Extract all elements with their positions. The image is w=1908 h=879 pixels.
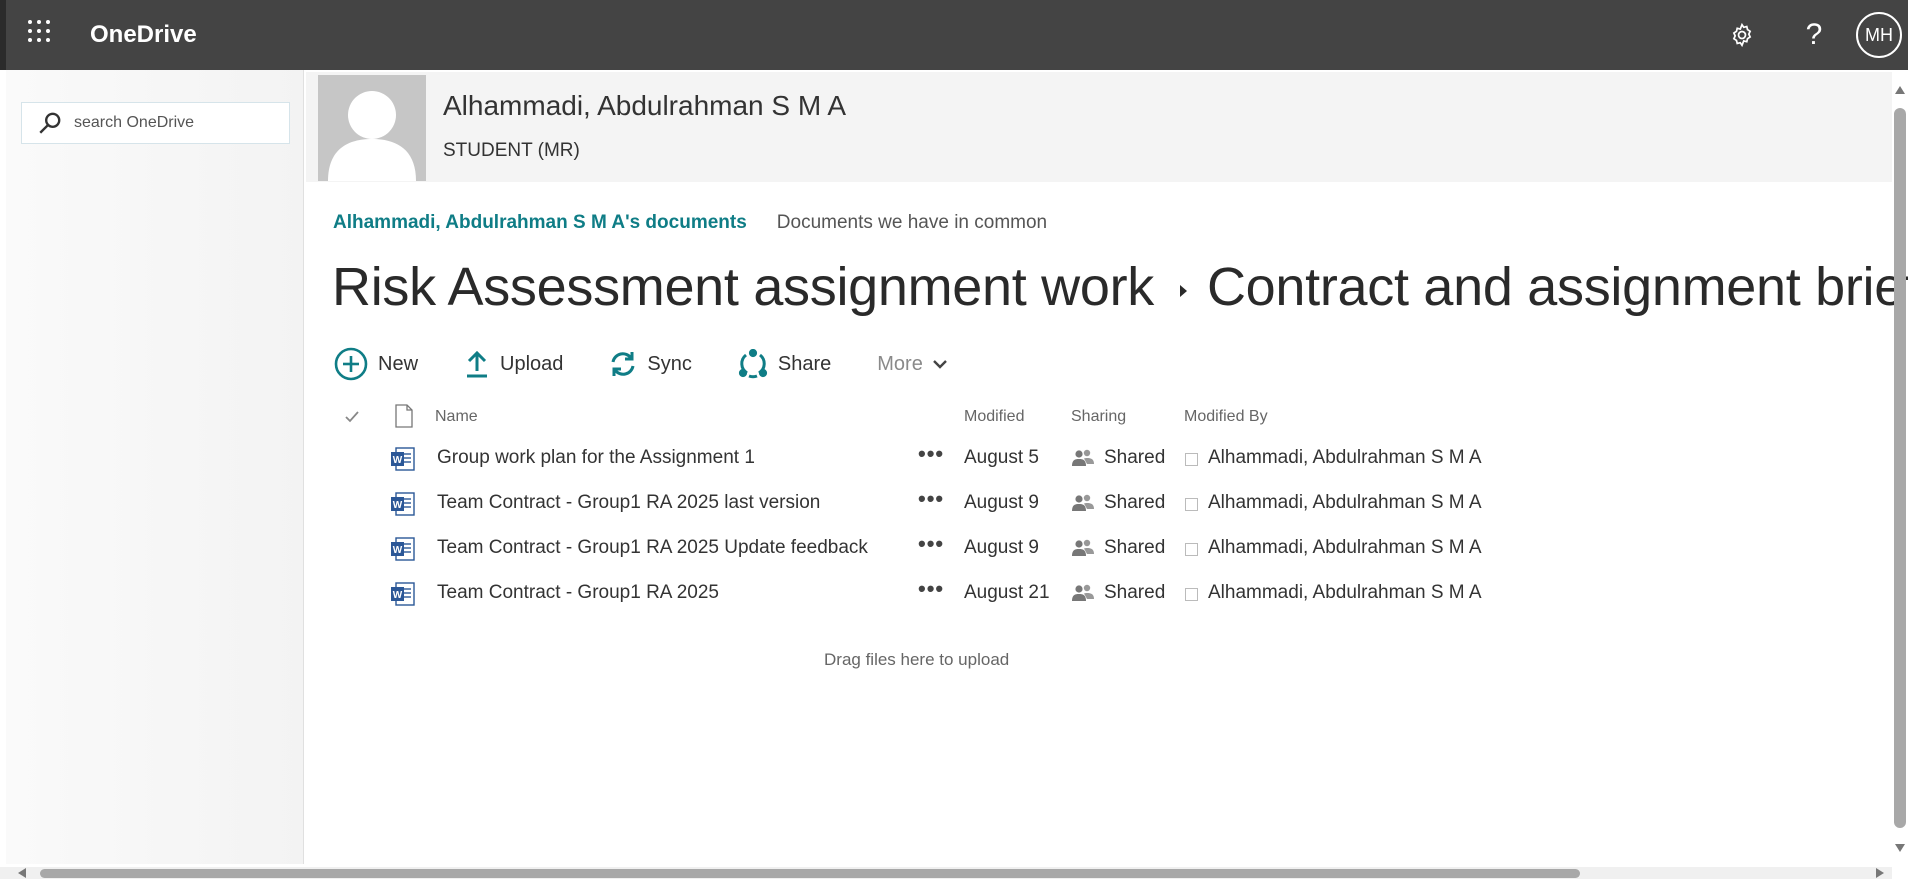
- modified-date: August 9: [964, 537, 1039, 558]
- modified-by-name[interactable]: Alhammadi, Abdulrahman S M A: [1208, 492, 1482, 514]
- shared-people-icon: [1072, 449, 1094, 466]
- shared-people-icon: [1072, 539, 1094, 556]
- profile-header: Alhammadi, Abdulrahman S M A STUDENT (MR…: [306, 72, 1892, 182]
- upload-label: Upload: [500, 352, 564, 375]
- svg-text:W: W: [393, 500, 403, 511]
- document-tabs: Alhammadi, Abdulrahman S M A's documents…: [333, 212, 1047, 234]
- presence-indicator: [1185, 498, 1198, 511]
- gear-icon: [1732, 22, 1752, 48]
- tab-my-documents[interactable]: Alhammadi, Abdulrahman S M A's documents: [333, 212, 747, 234]
- scroll-left-arrow-icon[interactable]: [18, 868, 26, 878]
- more-actions-ellipsis-icon[interactable]: •••: [918, 531, 944, 557]
- app-title[interactable]: OneDrive: [90, 20, 197, 50]
- shared-people-icon: [1072, 584, 1094, 601]
- presence-indicator: [1185, 588, 1198, 601]
- horizontal-scroll-thumb[interactable]: [40, 869, 1580, 878]
- tab-documents-in-common[interactable]: Documents we have in common: [777, 212, 1047, 234]
- sync-icon: [611, 352, 635, 376]
- scroll-down-arrow-icon[interactable]: [1895, 844, 1905, 852]
- help-button[interactable]: ?: [1778, 0, 1850, 70]
- scroll-right-arrow-icon[interactable]: [1876, 868, 1884, 878]
- presence-indicator: [1185, 543, 1198, 556]
- waffle-icon[interactable]: [28, 20, 54, 46]
- vertical-scroll-thumb[interactable]: [1894, 108, 1906, 828]
- modified-date: August 9: [964, 492, 1039, 513]
- more-label: More: [877, 352, 923, 375]
- more-actions-ellipsis-icon[interactable]: •••: [918, 576, 944, 602]
- profile-name: Alhammadi, Abdulrahman S M A: [443, 90, 847, 121]
- sharing-status[interactable]: Shared: [1104, 492, 1165, 514]
- plus-circle-icon: [334, 347, 368, 381]
- file-name-link[interactable]: Team Contract - Group1 RA 2025: [437, 582, 719, 604]
- breadcrumb-parent[interactable]: Risk Assessment assignment work: [332, 256, 1154, 318]
- svg-text:W: W: [393, 455, 403, 466]
- vertical-scrollbar[interactable]: [1892, 82, 1908, 852]
- shared-people-icon: [1072, 494, 1094, 511]
- breadcrumb: Risk Assessment assignment work Contract…: [332, 256, 1908, 318]
- sync-label: Sync: [647, 352, 692, 375]
- new-button[interactable]: New: [334, 347, 418, 381]
- upload-button[interactable]: Upload: [464, 349, 563, 379]
- svg-text:W: W: [393, 545, 403, 556]
- share-icon: [738, 349, 767, 379]
- help-icon: ?: [1805, 18, 1823, 51]
- search-icon[interactable]: [32, 103, 68, 143]
- modified-by-name[interactable]: Alhammadi, Abdulrahman S M A: [1208, 447, 1482, 469]
- table-row[interactable]: W Team Contract - Group1 RA 2025 Update f…: [334, 527, 1534, 572]
- settings-button[interactable]: [1706, 0, 1778, 70]
- table-row[interactable]: W Group work plan for the Assignment 1 •••…: [334, 437, 1534, 482]
- chevron-down-icon: [932, 360, 947, 369]
- suite-actions: ? MH: [1706, 0, 1908, 70]
- modified-date: August 21: [964, 582, 1050, 603]
- upload-icon: [467, 350, 488, 378]
- search-input[interactable]: [74, 114, 274, 132]
- breadcrumb-current: Contract and assignment brief: [1206, 257, 1908, 317]
- sharing-status[interactable]: Shared: [1104, 447, 1165, 469]
- horizontal-scrollbar[interactable]: [0, 867, 1892, 879]
- column-modified-by[interactable]: Modified By: [1184, 408, 1268, 426]
- sync-button[interactable]: Sync: [609, 350, 692, 378]
- breadcrumb-separator-icon: [1179, 285, 1187, 297]
- word-document-icon: W: [391, 492, 415, 516]
- word-document-icon: W: [391, 447, 415, 471]
- file-type-icon: [395, 404, 413, 428]
- modified-date: August 5: [964, 447, 1039, 468]
- more-actions-ellipsis-icon[interactable]: •••: [918, 441, 944, 467]
- command-bar: New Upload Sync Share More: [334, 344, 995, 384]
- left-navigation: [6, 70, 304, 864]
- sharing-status[interactable]: Shared: [1104, 582, 1165, 604]
- modified-by-name[interactable]: Alhammadi, Abdulrahman S M A: [1208, 537, 1482, 559]
- presence-indicator: [1185, 453, 1198, 466]
- avatar[interactable]: MH: [1856, 12, 1902, 58]
- table-row[interactable]: W Team Contract - Group1 RA 2025 last ver…: [334, 482, 1534, 527]
- new-label: New: [378, 352, 419, 375]
- sharing-status[interactable]: Shared: [1104, 537, 1165, 559]
- share-button[interactable]: Share: [738, 349, 831, 379]
- file-name-link[interactable]: Team Contract - Group1 RA 2025 last vers…: [437, 492, 820, 514]
- file-list-header: Name Modified Sharing Modified By: [334, 400, 1534, 436]
- profile-title: STUDENT (MR): [443, 140, 580, 161]
- share-label: Share: [777, 352, 832, 375]
- column-name[interactable]: Name: [435, 408, 478, 426]
- word-document-icon: W: [391, 537, 415, 561]
- table-row[interactable]: W Team Contract - Group1 RA 2025 ••• August…: [334, 572, 1534, 617]
- file-name-link[interactable]: Group work plan for the Assignment 1: [437, 447, 755, 469]
- search-box[interactable]: [21, 102, 290, 144]
- suite-bar: OneDrive ? MH: [0, 0, 1908, 70]
- more-button[interactable]: More: [877, 353, 949, 376]
- file-name-link[interactable]: Team Contract - Group1 RA 2025 Update fe…: [437, 537, 868, 559]
- svg-text:W: W: [393, 590, 403, 601]
- profile-picture: [318, 75, 426, 181]
- column-modified[interactable]: Modified: [964, 408, 1024, 426]
- more-actions-ellipsis-icon[interactable]: •••: [918, 486, 944, 512]
- select-all-checkmark-icon[interactable]: [344, 410, 360, 424]
- scroll-up-arrow-icon[interactable]: [1895, 86, 1905, 94]
- word-document-icon: W: [391, 582, 415, 606]
- column-sharing[interactable]: Sharing: [1071, 408, 1126, 426]
- drag-drop-hint: Drag files here to upload: [824, 650, 1010, 669]
- modified-by-name[interactable]: Alhammadi, Abdulrahman S M A: [1208, 582, 1482, 604]
